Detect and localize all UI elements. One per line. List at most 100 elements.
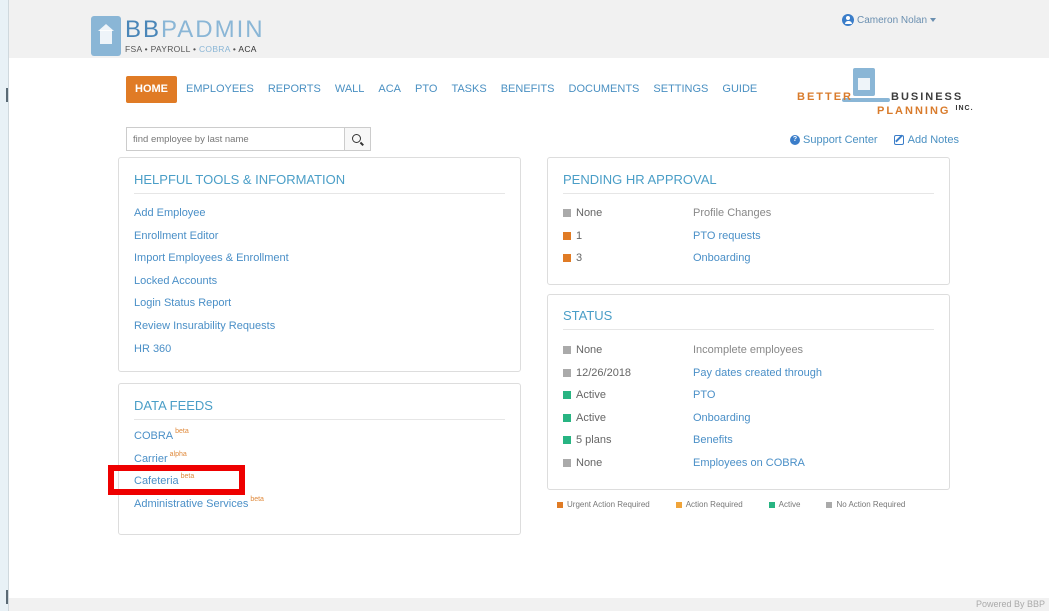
legend-item: Active [768,500,800,509]
caret-down-icon [930,18,937,22]
feed-tag: beta [250,495,264,503]
powered-by: Powered By BBP [975,599,1045,609]
main-nav: HOME EMPLOYEES REPORTS WALL ACA PTO TASKS BENEF… [126,76,764,103]
nav-tasks[interactable]: TASKS [444,77,493,102]
status-key: None [563,207,602,219]
tool-link-add-employee[interactable]: Add Employee [134,207,206,219]
feed-label: Carrier [134,452,168,465]
status-square-icon [563,368,571,377]
status-legend: Urgent Action Required Action Required Act… [557,500,931,509]
pending-hr-approval-panel: PENDING HR APPROVAL None Profile Changes 1 P… [547,157,950,285]
tool-link-login-status-report[interactable]: Login Status Report [134,297,231,309]
status-key-text: None [576,344,603,356]
panel-divider [134,419,505,420]
brand-word-business: BUSINESS [891,91,964,103]
status-panel: STATUS None Incomplete employees 12/26/2018… [547,294,950,490]
status-key: 1 [563,230,582,242]
status-value-incomplete-employees: Incomplete employees [693,344,804,356]
status-value-onboarding[interactable]: Onboarding [693,252,751,264]
tool-link-enrollment-editor[interactable]: Enrollment Editor [134,230,218,242]
feed-label: Administrative Services [134,497,249,510]
status-key: Active [563,389,606,401]
support-center-link[interactable]: ? Support Center [790,134,878,146]
question-circle-icon: ? [790,135,800,145]
page-frame: BBPADMIN FSA • PAYROLL • COBRA • ACA Cam… [8,0,1049,611]
status-key-text: None [576,207,603,219]
brand-word-better: BETTER [797,91,853,103]
panel-divider [134,193,505,194]
status-key-text: 1 [576,229,583,242]
status-key: 5 plans [563,434,611,446]
search-input[interactable] [127,128,344,150]
legend-item: Urgent Action Required [557,500,650,509]
nav-aca[interactable]: ACA [371,77,408,102]
add-notes-link[interactable]: Add Notes [893,134,959,146]
legend-square-icon [557,501,563,508]
feed-label: COBRA [134,430,174,442]
panel-title: DATA FEEDS [134,398,213,413]
status-square-icon [563,346,571,354]
nav-home[interactable]: HOME [126,76,177,103]
status-key-text: 3 [576,252,583,264]
status-square-icon [563,413,571,422]
data-feeds-panel: DATA FEEDS COBRA beta Carrier alpha Cafeteria… [118,383,521,535]
edit-icon [893,135,904,145]
status-key-text: 5 plans [576,434,612,446]
legend-item: No Action Required [826,500,905,509]
legend-label: Urgent Action Required [567,500,650,509]
employee-search [126,127,371,151]
status-square-icon [563,391,571,399]
legend-square-icon [826,501,833,508]
search-button[interactable] [344,128,370,150]
legend-square-icon [768,501,775,508]
status-key: None [563,344,602,356]
status-value-pto[interactable]: PTO [693,389,715,401]
nav-reports[interactable]: REPORTS [261,77,328,102]
footer-band [9,598,1049,611]
user-menu[interactable]: Cameron Nolan [842,14,937,26]
status-value-pto-requests[interactable]: PTO requests [693,230,761,242]
status-key: 12/26/2018 [563,367,631,379]
nav-settings[interactable]: SETTINGS [646,77,715,102]
tool-link-locked-accounts[interactable]: Locked Accounts [134,275,217,287]
status-value-employees-on-cobra[interactable]: Employees on COBRA [693,457,805,469]
status-key-text: Active [576,389,606,401]
legend-item: Action Required [675,500,743,509]
status-value-onboarding[interactable]: Onboarding [693,412,751,424]
house-logo-icon [853,68,875,96]
nav-wall[interactable]: WALL [328,77,372,102]
status-key: None [563,457,602,469]
tool-link-import-employees-enrollment[interactable]: Import Employees & Enrollment [134,252,289,264]
logo-title: BBPADMIN [125,16,265,43]
status-key-text: None [576,456,603,469]
feed-link-cobra[interactable]: COBRA beta [134,428,189,442]
status-value-benefits[interactable]: Benefits [693,434,733,446]
status-value-pay-dates-created-through[interactable]: Pay dates created through [693,367,822,379]
tool-link-hr-360[interactable]: HR 360 [134,343,171,355]
tool-link-review-insurability-requests[interactable]: Review Insurability Requests [134,320,275,332]
status-square-icon [563,436,571,444]
nav-documents[interactable]: DOCUMENTS [562,77,647,102]
feed-tag: beta [175,428,189,435]
nav-benefits[interactable]: BENEFITS [494,77,562,102]
user-name: Cameron Nolan [857,14,928,26]
feed-link-carrier[interactable]: Carrier alpha [134,451,187,465]
page-actions: ? Support Center Add Notes [790,134,959,146]
nav-employees[interactable]: EMPLOYEES [179,77,261,102]
user-avatar-icon [842,14,854,26]
status-square-icon [563,209,571,217]
legend-square-icon [675,501,682,508]
panel-title: STATUS [563,308,613,323]
nav-guide[interactable]: GUIDE [715,77,764,102]
nav-pto[interactable]: PTO [408,77,444,102]
better-business-planning-logo: BETTER BUSINESS PLANNING INC. [797,66,973,117]
panel-title: PENDING HR APPROVAL [563,172,717,187]
status-value-profile-changes: Profile Changes [693,207,772,219]
legend-label: Action Required [685,500,743,509]
feed-link-administrative-services[interactable]: Administrative Services beta [134,495,264,510]
panel-divider [563,193,934,194]
status-square-icon [563,458,571,467]
bbpadmin-logo[interactable]: BBPADMIN FSA • PAYROLL • COBRA • ACA [91,16,311,60]
status-square-icon [563,254,571,262]
cafeteria-highlight-box [108,465,245,495]
